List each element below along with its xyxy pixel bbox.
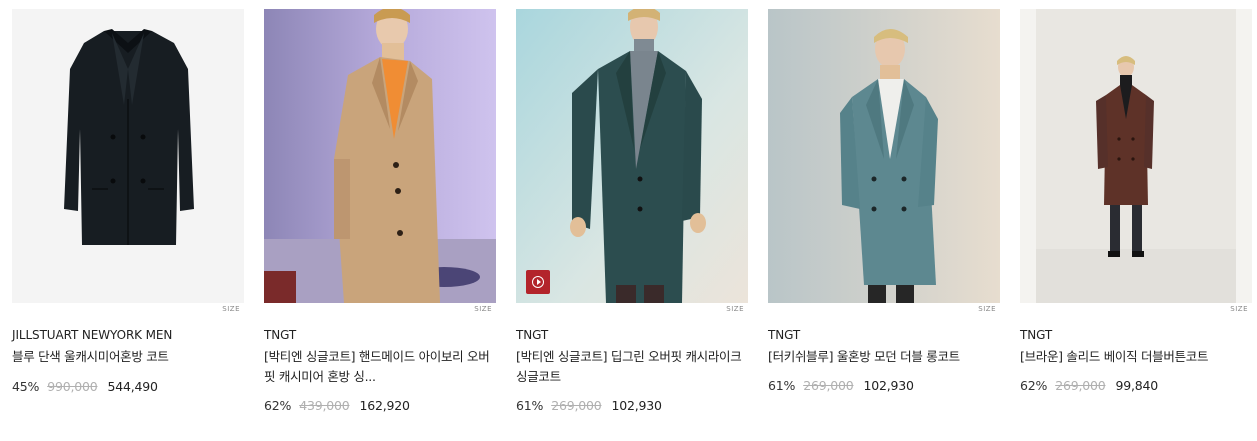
product-card[interactable]: SIZE TNGT [터키쉬블루] 울혼방 모던 더블 롱코트 61% 269,0… [768, 9, 1000, 393]
product-image[interactable] [768, 9, 1000, 303]
product-brand[interactable]: TNGT [516, 327, 748, 343]
original-price: 269,000 [551, 398, 602, 413]
product-name[interactable]: [브라운] 솔리드 베이직 더블버튼코트 [1020, 347, 1252, 367]
price-row: 62% 269,000 99,840 [1020, 377, 1252, 395]
price-row: 61% 269,000 102,930 [516, 397, 748, 415]
sale-price: 102,930 [611, 398, 662, 413]
product-image[interactable] [264, 9, 496, 303]
product-info: TNGT [터키쉬블루] 울혼방 모던 더블 롱코트 61% 269,000 102… [768, 327, 1000, 395]
size-label: SIZE [726, 305, 744, 313]
discount-rate: 61% [516, 398, 544, 413]
sale-price: 162,920 [359, 398, 410, 413]
product-brand[interactable]: TNGT [264, 327, 496, 343]
discount-rate: 61% [768, 378, 796, 393]
product-brand[interactable]: JILLSTUART NEWYORK MEN [12, 327, 244, 343]
product-info: TNGT [박티엔 싱글코트] 핸드메이드 아이보리 오버핏 캐시미어 혼방 싱… [264, 327, 496, 415]
price-row: 45% 990,000 544,490 [12, 378, 244, 396]
discount-rate: 45% [12, 379, 40, 394]
product-name[interactable]: [박티엔 싱글코트] 핸드메이드 아이보리 오버핏 캐시미어 혼방 싱... [264, 347, 496, 387]
size-label: SIZE [222, 305, 240, 313]
sale-price: 544,490 [107, 379, 158, 394]
product-image[interactable] [1020, 9, 1252, 303]
original-price: 439,000 [299, 398, 350, 413]
discount-rate: 62% [1020, 378, 1048, 393]
product-info: TNGT [브라운] 솔리드 베이직 더블버튼코트 62% 269,000 99,8… [1020, 327, 1252, 395]
product-image[interactable] [516, 9, 748, 303]
product-info: TNGT [박티엔 싱글코트] 딥그린 오버핏 캐시라이크 싱글코트 61% 26… [516, 327, 748, 415]
product-card[interactable]: SIZE JILLSTUART NEWYORK MEN 블루 단색 울캐시미어혼… [12, 9, 244, 394]
size-label: SIZE [1230, 305, 1248, 313]
original-price: 990,000 [47, 379, 98, 394]
video-play-icon[interactable] [526, 270, 550, 294]
size-label: SIZE [474, 305, 492, 313]
product-card[interactable]: SIZE TNGT [박티엔 싱글코트] 핸드메이드 아이보리 오버핏 캐시미어… [264, 9, 496, 413]
product-brand[interactable]: TNGT [768, 327, 1000, 343]
product-grid: SIZE JILLSTUART NEWYORK MEN 블루 단색 울캐시미어혼… [0, 0, 1257, 441]
discount-rate: 62% [264, 398, 292, 413]
product-card[interactable]: SIZE TNGT [브라운] 솔리드 베이직 더블버튼코트 62% 269,00… [1020, 9, 1252, 393]
size-label: SIZE [978, 305, 996, 313]
product-name[interactable]: [터키쉬블루] 울혼방 모던 더블 롱코트 [768, 347, 1000, 367]
product-name[interactable]: 블루 단색 울캐시미어혼방 코트 [12, 347, 244, 367]
price-row: 62% 439,000 162,920 [264, 397, 496, 415]
product-card[interactable]: SIZE TNGT [박티엔 싱글코트] 딥그린 오버핏 캐시라이크 싱글코트 … [516, 9, 748, 413]
original-price: 269,000 [803, 378, 854, 393]
sale-price: 99,840 [1115, 378, 1159, 393]
sale-price: 102,930 [863, 378, 914, 393]
product-info: JILLSTUART NEWYORK MEN 블루 단색 울캐시미어혼방 코트 … [12, 327, 244, 396]
product-name[interactable]: [박티엔 싱글코트] 딥그린 오버핏 캐시라이크 싱글코트 [516, 347, 748, 387]
price-row: 61% 269,000 102,930 [768, 377, 1000, 395]
original-price: 269,000 [1055, 378, 1106, 393]
product-image[interactable] [12, 9, 244, 303]
product-brand[interactable]: TNGT [1020, 327, 1252, 343]
